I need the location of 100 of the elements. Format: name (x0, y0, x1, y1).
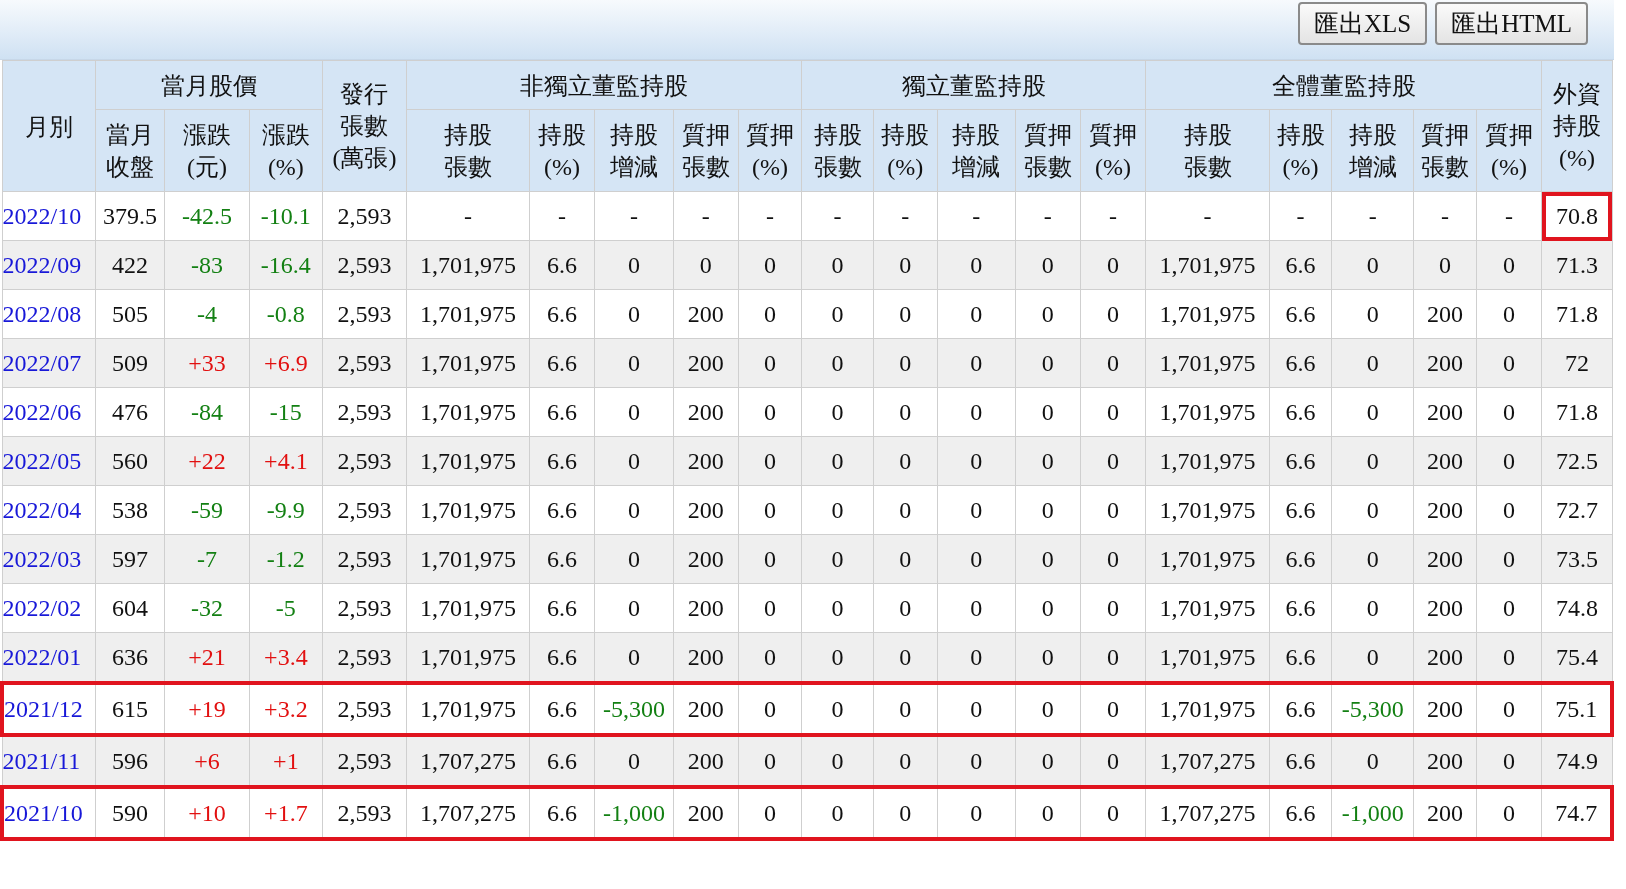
table-cell: 1,701,975 (1145, 240, 1270, 290)
table-cell: - (1080, 191, 1146, 241)
table-cell: 0 (1080, 485, 1146, 535)
table-cell: 0 (873, 338, 938, 388)
export-button[interactable]: 匯出HTML (1435, 2, 1588, 45)
table-cell: 0 (594, 534, 674, 584)
table-cell: 200 (673, 436, 739, 486)
table-cell: -9.9 (249, 485, 323, 535)
table-cell: 6.6 (529, 583, 595, 633)
table-cell: 0 (1331, 485, 1414, 535)
table-cell: 0 (873, 289, 938, 339)
table-cell: 538 (95, 485, 165, 535)
table-cell: 6.6 (529, 436, 595, 486)
table-cell: 0 (1331, 338, 1414, 388)
table-cell: 422 (95, 240, 165, 290)
table-cell: 604 (95, 583, 165, 633)
table-cell: 1,701,975 (406, 240, 530, 290)
column-header: 持股張數 (442, 120, 493, 182)
month-link[interactable]: 2022/06 (2, 387, 96, 437)
month-link[interactable]: 2022/07 (2, 338, 96, 388)
table-cell: 0 (673, 240, 739, 290)
group-header: 當月股價 (160, 72, 257, 102)
table-cell: 0 (594, 338, 674, 388)
table-cell: - (1413, 191, 1477, 241)
table-cell: 0 (937, 534, 1016, 584)
table-cell: 0 (1015, 534, 1081, 584)
table-cell: 0 (1015, 387, 1081, 437)
month-link[interactable]: 2022/02 (2, 583, 96, 633)
table-cell: 6.6 (529, 289, 595, 339)
table-cell: 0 (1476, 289, 1542, 339)
table-cell: 0 (937, 387, 1016, 437)
table-cell: 0 (937, 436, 1016, 486)
table-cell: - (529, 191, 595, 241)
table-cell: 0 (801, 289, 874, 339)
table-cell: 200 (1413, 387, 1477, 437)
month-link[interactable]: 2022/09 (2, 240, 96, 290)
table-cell: 6.6 (529, 338, 595, 388)
month-link[interactable]: 2022/10 (2, 191, 96, 241)
table-cell: 0 (801, 240, 874, 290)
table-cell: 74.8 (1541, 583, 1612, 633)
table-cell: 200 (673, 534, 739, 584)
month-link[interactable]: 2022/04 (2, 485, 96, 535)
table-cell: 200 (673, 338, 739, 388)
month-link[interactable]: 2022/03 (2, 534, 96, 584)
table-cell: 0 (1015, 289, 1081, 339)
table-cell: 0 (873, 583, 938, 633)
table-cell: 0 (937, 289, 1016, 339)
month-link[interactable]: 2022/08 (2, 289, 96, 339)
table-cell: 0 (1476, 583, 1542, 633)
table-cell: 6.6 (1269, 485, 1332, 535)
table-cell: -83 (164, 240, 250, 290)
table-cell: 0 (801, 436, 874, 486)
table-cell: 0 (1476, 338, 1542, 388)
table-cell: 0 (1080, 436, 1146, 486)
table-cell: - (1269, 191, 1332, 241)
table-cell: 0 (1080, 338, 1146, 388)
table-cell: 0 (873, 534, 938, 584)
table-cell: -16.4 (249, 240, 323, 290)
column-header: 發行張數(萬張) (331, 80, 398, 173)
table-cell: 1,701,975 (406, 289, 530, 339)
table-cell: -10.1 (249, 191, 323, 241)
table-cell: 0 (1015, 583, 1081, 633)
table-cell: -7 (164, 534, 250, 584)
table-cell: +33 (164, 338, 250, 388)
column-header: 月別 (23, 113, 74, 143)
month-link[interactable]: 2021/12 (2, 683, 96, 735)
table-cell: 6.6 (529, 387, 595, 437)
table-cell: 0 (1476, 240, 1542, 290)
export-button[interactable]: 匯出XLS (1297, 2, 1428, 45)
table-cell: -4 (164, 289, 250, 339)
table-cell: 2,593 (322, 338, 407, 388)
table-cell: 1,701,975 (406, 387, 530, 437)
table-cell: 2,593 (322, 289, 407, 339)
table-cell: -5 (249, 583, 323, 633)
table-cell: 505 (95, 289, 165, 339)
table-cell: 71.8 (1541, 387, 1612, 437)
table-cell: -15 (249, 387, 323, 437)
group-header: 獨立董監持股 (901, 72, 1046, 102)
table-cell: 6.6 (1269, 240, 1332, 290)
table-cell: - (594, 191, 674, 241)
table-cell: 1,701,975 (1145, 534, 1270, 584)
table-cell: 560 (95, 436, 165, 486)
table-cell: 200 (1413, 289, 1477, 339)
table-cell: 2,593 (322, 485, 407, 535)
month-link[interactable]: 2022/05 (2, 436, 96, 486)
table-cell: 2,593 (322, 436, 407, 486)
table-cell: 0 (1476, 485, 1542, 535)
table-cell: 200 (1413, 583, 1477, 633)
table-cell: 0 (873, 240, 938, 290)
table-cell: 6.6 (1269, 289, 1332, 339)
table-cell: 0 (1015, 240, 1081, 290)
month-link[interactable]: 2021/10 (2, 787, 96, 839)
table-cell: 72.7 (1541, 485, 1612, 535)
column-header: 質押張數 (1022, 120, 1073, 182)
table-cell: +22 (164, 436, 250, 486)
table-cell: 2,593 (322, 387, 407, 437)
table-cell: 2,593 (322, 583, 407, 633)
table-cell: 200 (1413, 338, 1477, 388)
table-cell: 1,701,975 (406, 338, 530, 388)
table-cell: 509 (95, 338, 165, 388)
